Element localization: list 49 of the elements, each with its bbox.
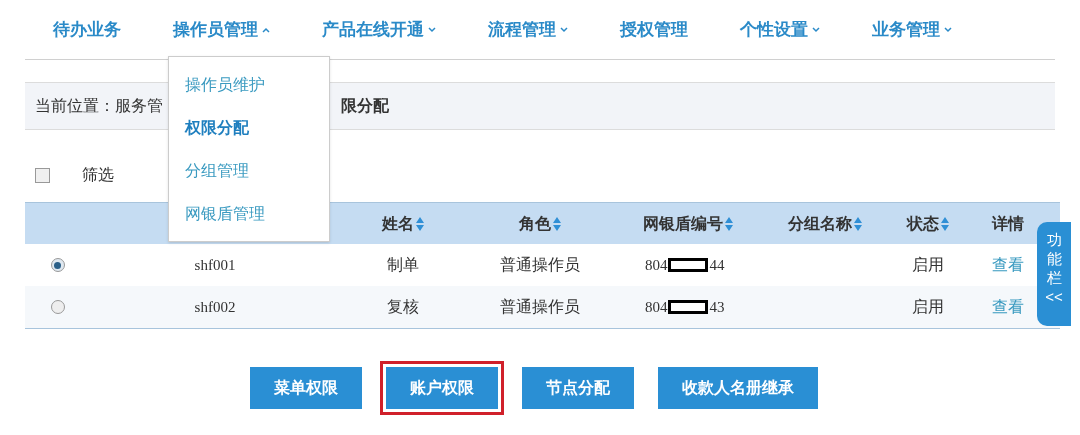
sort-icon[interactable] [415, 216, 424, 231]
sort-icon[interactable] [724, 216, 733, 231]
detail-link[interactable]: 查看 [991, 295, 1024, 319]
table-cell-text: 普通操作员 [499, 297, 581, 317]
column-header: 详情 [991, 213, 1024, 234]
nav-tab[interactable]: 业务管理 [872, 16, 940, 43]
table-cell-text: 制单 [385, 255, 420, 275]
action-button[interactable]: 菜单权限 [250, 367, 362, 409]
table-cell-text: shf002 [193, 297, 237, 317]
table-cell-text: 启用 [910, 255, 945, 275]
nav-tab[interactable]: 产品在线开通 [322, 16, 424, 43]
side-tab[interactable]: 功能栏 << [1037, 222, 1071, 326]
nav-tab[interactable]: 待办业务 [53, 16, 121, 43]
table-cell-text: 启用 [910, 297, 945, 317]
action-button[interactable]: 收款人名册继承 [658, 367, 818, 409]
detail-link[interactable]: 查看 [991, 253, 1024, 277]
menu-item[interactable]: 操作员维护 [169, 63, 329, 106]
sort-icon[interactable] [553, 216, 561, 231]
action-button[interactable]: 账户权限 [386, 367, 498, 409]
filter-label: 筛选 [82, 165, 114, 185]
nav-tab[interactable]: 操作员管理 [173, 16, 258, 43]
breadcrumb-text: 当前位置：服务管 [35, 96, 164, 116]
sort-icon[interactable] [940, 216, 949, 231]
nav-tab[interactable]: 流程管理 [488, 16, 556, 43]
filter-checkbox[interactable] [35, 167, 50, 183]
table-cell-text: 普通操作员 [499, 255, 581, 275]
side-tab-label: 功能栏 [1046, 230, 1062, 287]
column-header: 分组名称 [788, 213, 852, 234]
table-cell-text: shf001 [193, 255, 237, 275]
table-cell-text: 复核 [385, 297, 420, 317]
column-header: 角色 [519, 213, 551, 234]
side-tab-arrow: << [1045, 287, 1063, 306]
column-header: 网银盾编号 [642, 213, 723, 234]
nav-tab[interactable]: 授权管理 [620, 16, 688, 43]
table-cell-text: 44 [709, 255, 725, 275]
column-header: 姓名 [381, 213, 414, 234]
menu-item[interactable]: 权限分配 [169, 106, 329, 149]
row-radio[interactable] [50, 258, 65, 272]
column-header: 状态 [906, 213, 939, 234]
sort-icon[interactable] [854, 216, 862, 231]
row-radio[interactable] [50, 300, 65, 314]
action-button[interactable]: 节点分配 [522, 367, 634, 409]
nav-tab[interactable]: 个性设置 [740, 16, 808, 43]
menu-item[interactable]: 分组管理 [169, 149, 329, 192]
table-cell-text: 804 [645, 297, 668, 317]
table-cell-text: 804 [645, 255, 668, 275]
menu-item[interactable]: 网银盾管理 [169, 192, 329, 235]
table-cell-text: 43 [709, 297, 725, 317]
breadcrumb-current: 限分配 [341, 96, 389, 116]
